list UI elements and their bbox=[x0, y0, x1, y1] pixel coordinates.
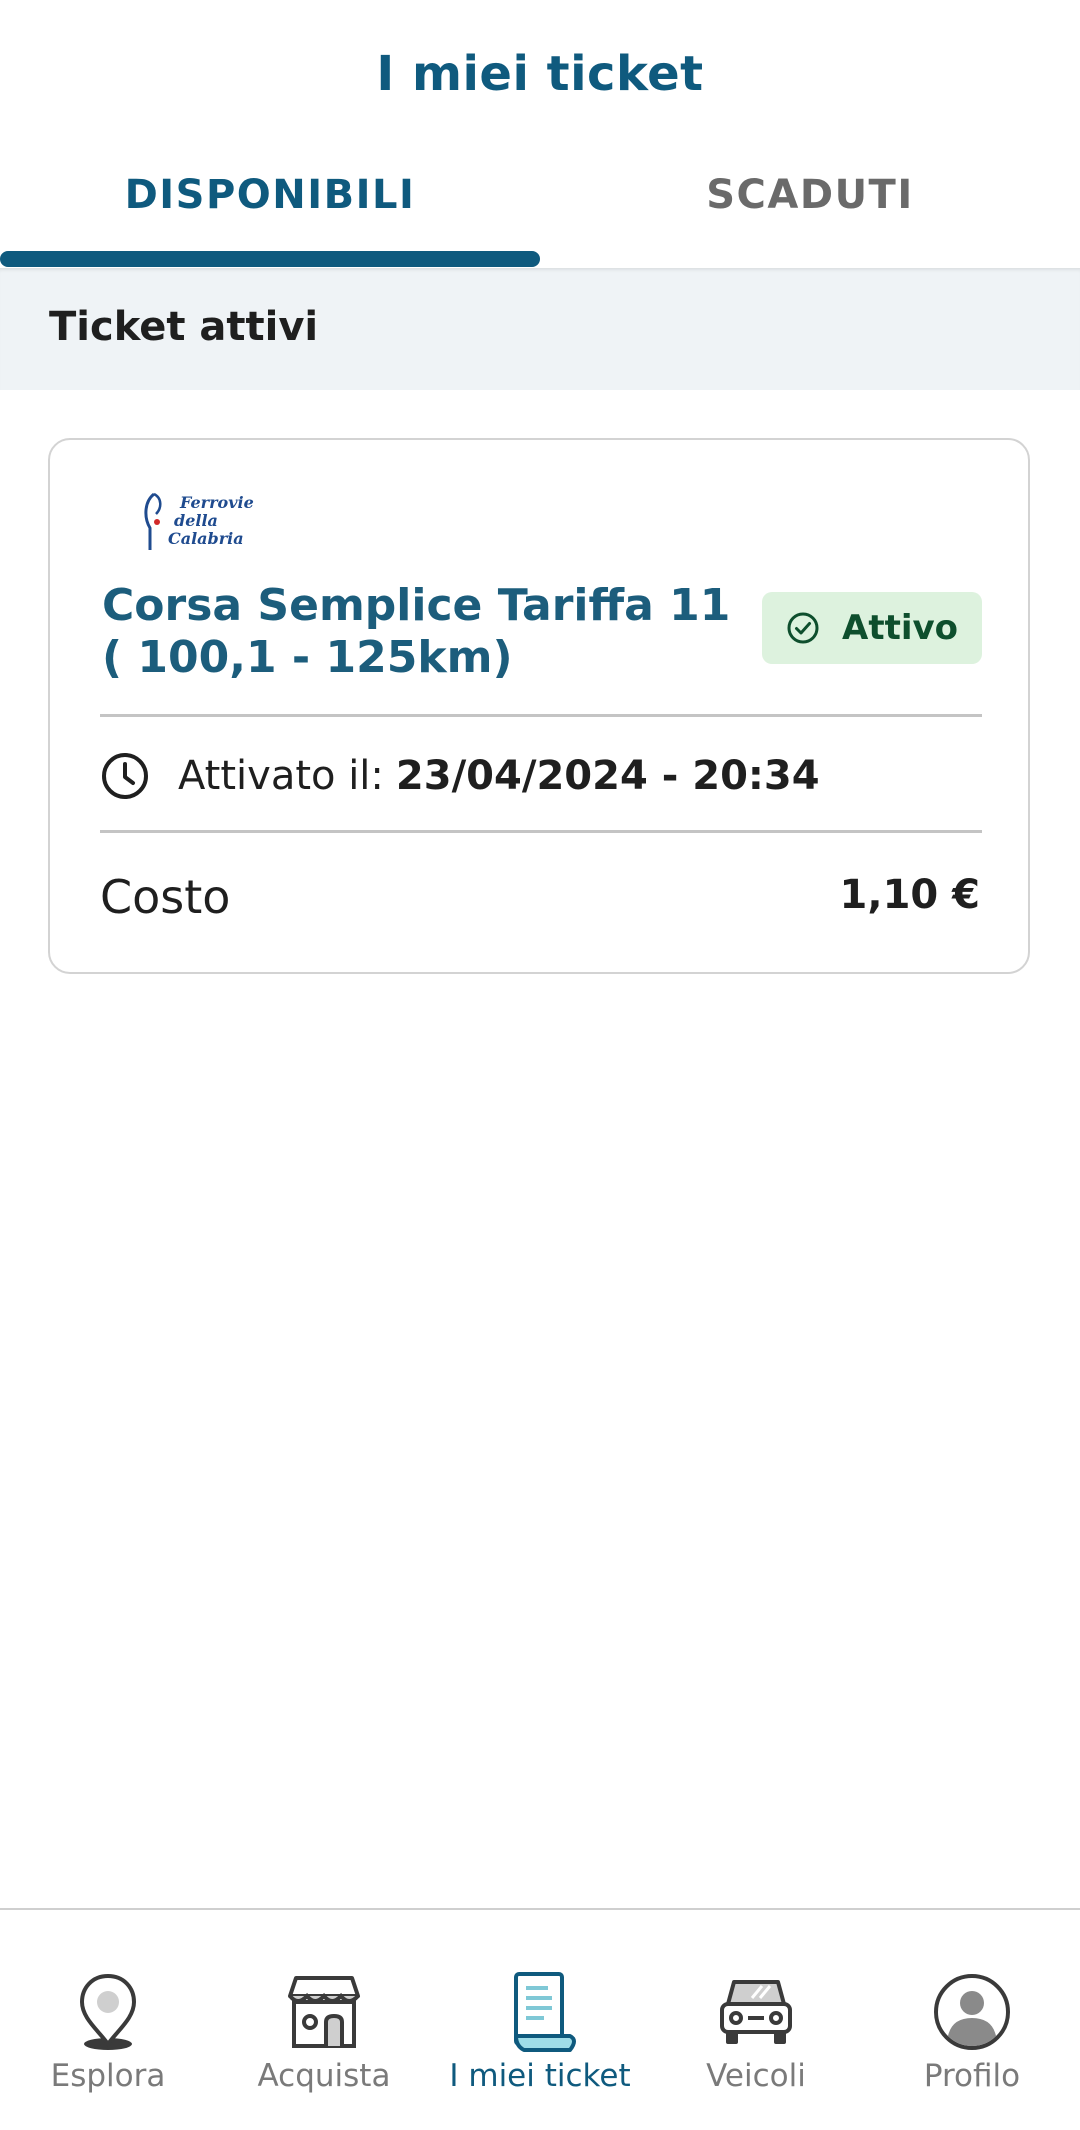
operator-logo: Ferrovie della Calabria bbox=[144, 492, 254, 550]
nav-label: Acquista bbox=[257, 2058, 391, 2094]
nav-item-i-miei-ticket[interactable]: I miei ticket bbox=[432, 1910, 648, 2130]
nav-label: Profilo bbox=[923, 2058, 1021, 2094]
nav-label: Esplora bbox=[50, 2058, 166, 2094]
check-circle-icon bbox=[787, 612, 819, 644]
divider bbox=[100, 714, 982, 717]
nav-item-veicoli[interactable]: Veicoli bbox=[648, 1910, 864, 2130]
status-badge: Attivo bbox=[762, 592, 982, 664]
nav-item-esplora[interactable]: Esplora bbox=[0, 1910, 216, 2130]
divider bbox=[100, 830, 982, 833]
nav-item-profilo[interactable]: Profilo bbox=[864, 1910, 1080, 2130]
nav-item-acquista[interactable]: Acquista bbox=[216, 1910, 432, 2130]
logo-text-line-2: della bbox=[174, 511, 218, 530]
ticket-name: Corsa Semplice Tariffa 11 ( 100,1 - 125k… bbox=[102, 580, 731, 683]
activation-row: Attivato il: 23/04/2024 - 20:34 bbox=[100, 750, 820, 802]
cost-value: 1,10 € bbox=[839, 872, 980, 918]
map-pin-icon bbox=[79, 1973, 137, 2050]
car-icon bbox=[720, 1980, 792, 2044]
logo-text-line-3: Calabria bbox=[168, 529, 244, 548]
active-tab-indicator bbox=[0, 251, 540, 267]
ticket-card[interactable]: Ferrovie della Calabria Corsa Semplice T… bbox=[48, 438, 1030, 974]
bottom-nav: Esplora Acquista I miei ticket Veicoli P… bbox=[0, 1908, 1080, 2130]
status-text: Attivo bbox=[842, 608, 958, 648]
section-title: Ticket attivi bbox=[49, 304, 319, 350]
ticket-receipt-icon bbox=[514, 1972, 576, 2052]
activation-datetime: 23/04/2024 - 20:34 bbox=[395, 753, 820, 799]
store-icon bbox=[288, 1976, 360, 2048]
cost-label: Costo bbox=[100, 870, 231, 924]
nav-label: Veicoli bbox=[706, 2058, 806, 2094]
activation-label: Attivato il: bbox=[178, 753, 384, 799]
section-header: Ticket attivi bbox=[0, 268, 1080, 390]
profile-icon bbox=[934, 1974, 1010, 2050]
nav-label: I miei ticket bbox=[449, 2058, 631, 2094]
page-title: I miei ticket bbox=[376, 46, 704, 102]
clock-icon bbox=[102, 753, 148, 799]
tab-scaduti[interactable]: SCADUTI bbox=[540, 150, 1080, 268]
logo-text-line-1: Ferrovie bbox=[179, 493, 254, 512]
